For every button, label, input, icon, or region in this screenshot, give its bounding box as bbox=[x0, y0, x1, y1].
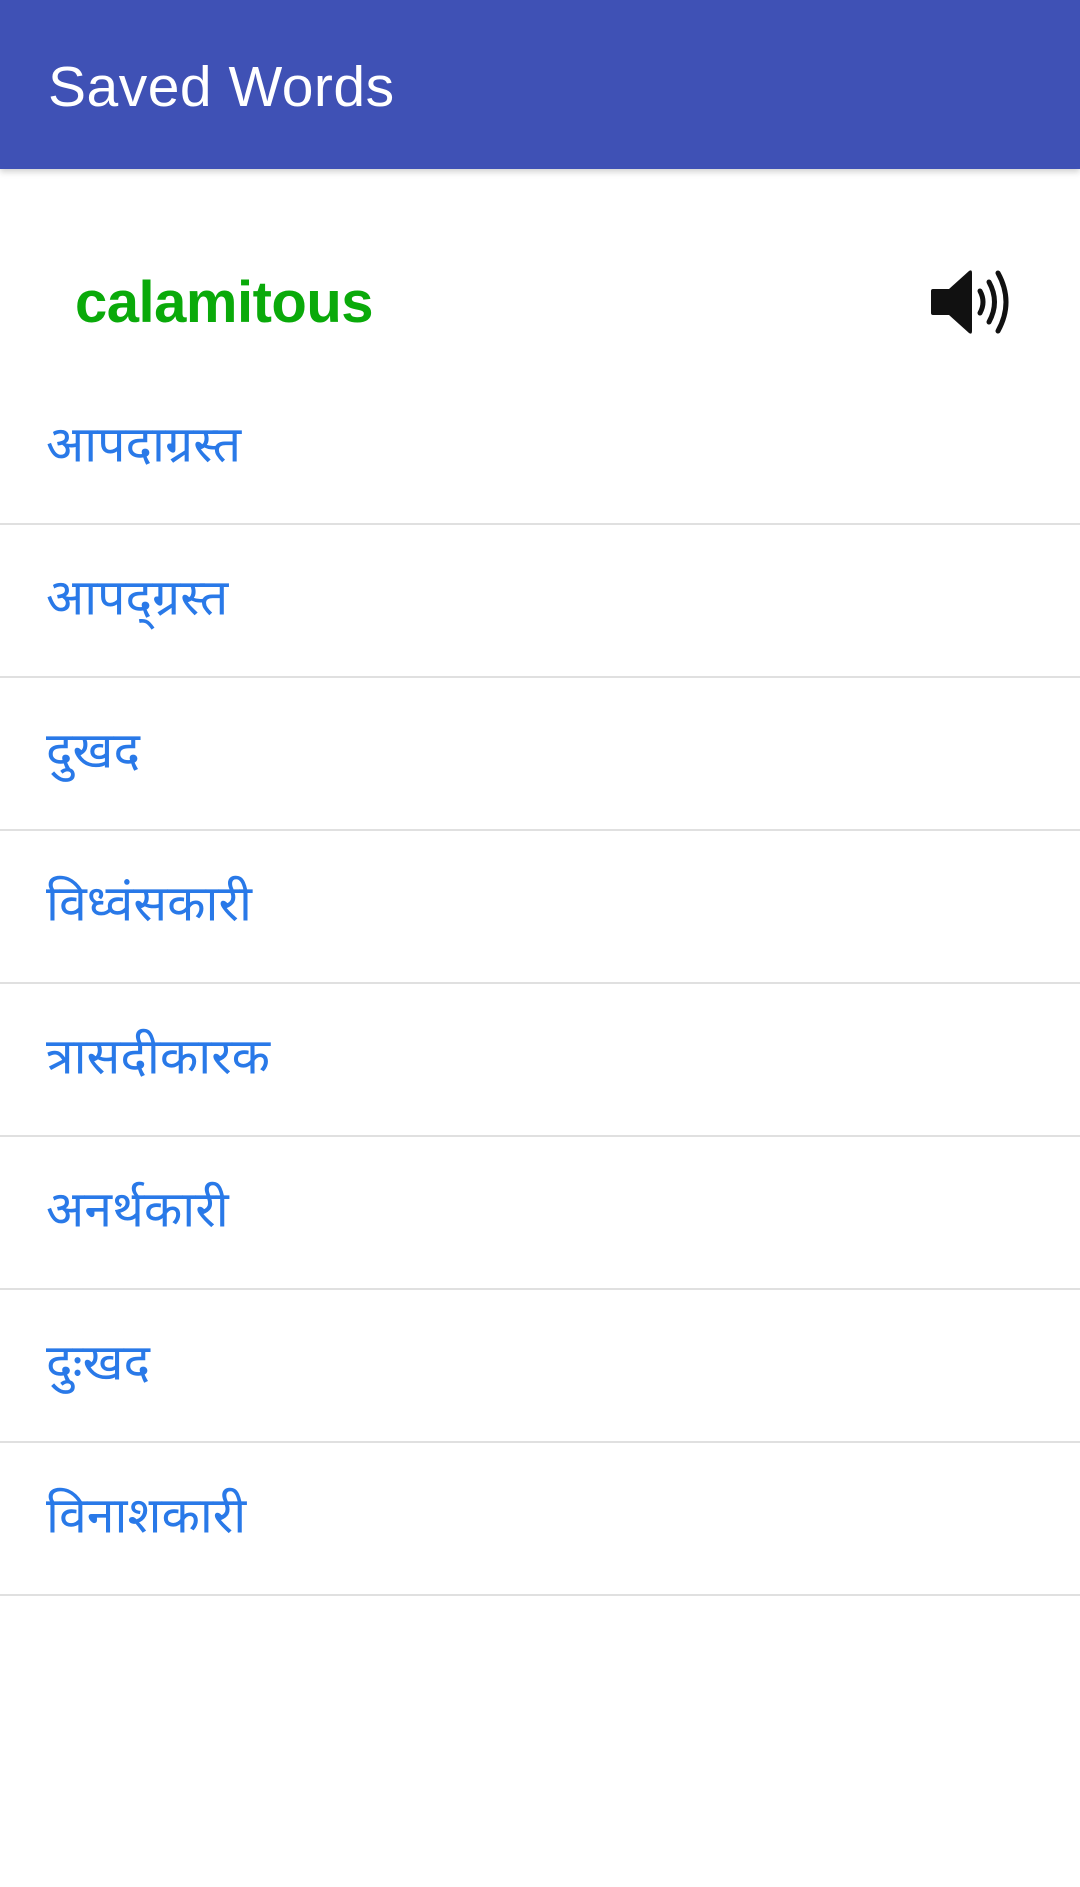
list-item[interactable]: दुःखद bbox=[0, 1290, 1080, 1443]
list-item[interactable]: अनर्थकारी bbox=[0, 1137, 1080, 1290]
meaning-text: आपद्ग्रस्त bbox=[46, 568, 229, 626]
meaning-text: विध्वंसकारी bbox=[46, 874, 252, 932]
list-item[interactable]: आपदाग्रस्त bbox=[0, 372, 1080, 525]
meaning-text: त्रासदीकारक bbox=[46, 1027, 271, 1085]
app-bar: Saved Words bbox=[0, 0, 1080, 169]
meaning-text: आपदाग्रस्त bbox=[46, 415, 242, 473]
pronounce-button[interactable] bbox=[925, 262, 1017, 342]
meaning-text: विनाशकारी bbox=[46, 1486, 247, 1544]
list-item[interactable]: आपद्ग्रस्त bbox=[0, 525, 1080, 678]
list-item[interactable]: विनाशकारी bbox=[0, 1443, 1080, 1596]
list-item[interactable]: त्रासदीकारक bbox=[0, 984, 1080, 1137]
page-title: Saved Words bbox=[48, 55, 395, 119]
meanings-list: आपदाग्रस्त आपद्ग्रस्त दुखद विध्वंसकारी त… bbox=[0, 372, 1080, 1596]
speaker-volume-icon bbox=[931, 270, 1009, 334]
word-header: calamitous bbox=[0, 240, 1080, 370]
meaning-text: अनर्थकारी bbox=[46, 1180, 229, 1238]
list-item[interactable]: विध्वंसकारी bbox=[0, 831, 1080, 984]
english-word: calamitous bbox=[75, 270, 374, 335]
list-item[interactable]: दुखद bbox=[0, 678, 1080, 831]
meaning-text: दुखद bbox=[46, 721, 140, 779]
meaning-text: दुःखद bbox=[46, 1333, 151, 1391]
